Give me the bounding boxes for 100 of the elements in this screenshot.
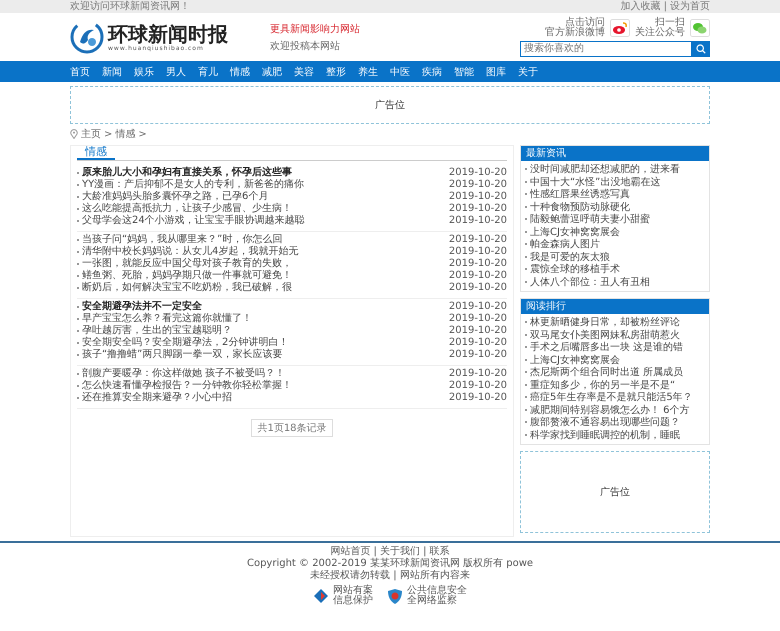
wechat-caption: 扫一扫 bbox=[655, 18, 685, 28]
top-link[interactable]: 设为首页 bbox=[670, 1, 710, 12]
article-link[interactable]: 剖腹产要暖孕：你这样做她 孩子不被受吗？！ bbox=[82, 368, 449, 380]
sidebar-link[interactable]: 双马尾女仆美图网妹私房甜萌惹火 bbox=[530, 328, 680, 342]
nav-item[interactable]: 美容 bbox=[294, 64, 314, 78]
article-date: 2019-10-20 bbox=[448, 349, 507, 361]
search-button[interactable] bbox=[692, 40, 710, 56]
sidebar-link[interactable]: 减肥期间特别容易饿怎么办！ 6个方 bbox=[530, 402, 690, 417]
search-icon bbox=[696, 44, 706, 54]
article-link[interactable]: 安全期安全吗？安全期避孕法，2分钟讲明白！ bbox=[82, 337, 449, 349]
article-date: 2019-10-20 bbox=[448, 282, 507, 294]
sidebar-link[interactable]: 中国十大“水怪”出没地霸在这 bbox=[530, 174, 660, 189]
article-link[interactable]: 安全期避孕法并不一定安全 bbox=[82, 301, 449, 313]
article-link[interactable]: 父母学会这24个小游戏，让宝宝手眼协调越来越聪 bbox=[82, 215, 449, 227]
weibo-caption: 官方新浪微博 bbox=[545, 28, 605, 38]
nav-item[interactable]: 图库 bbox=[486, 64, 506, 78]
nav-item[interactable]: 情感 bbox=[230, 64, 250, 78]
article-date: 2019-10-20 bbox=[448, 258, 507, 270]
article-date: 2019-10-20 bbox=[448, 270, 507, 282]
slogan: 更具新闻影响力网站 bbox=[270, 22, 361, 36]
sidebar-link[interactable]: 十种食物预防动脉硬化 bbox=[530, 200, 630, 214]
article-date: 2019-10-20 bbox=[448, 203, 507, 215]
pagination-info: 共1页18条记录 bbox=[251, 419, 333, 437]
article-link[interactable]: 当孩子问“妈妈，我从哪里来？”时，你怎么回 bbox=[82, 234, 449, 246]
article-link[interactable]: 清华附中校长妈妈说：从女儿4岁起，我就开始无 bbox=[82, 246, 449, 258]
article-date: 2019-10-20 bbox=[448, 392, 507, 404]
nav-item[interactable]: 娱乐 bbox=[134, 64, 154, 78]
badge-caption: 信息保护 bbox=[333, 596, 373, 606]
weibo-caption: 点击访问 bbox=[565, 18, 605, 28]
article-link[interactable]: 还在推算安全期来避孕？小心中招 bbox=[82, 392, 449, 404]
wechat-caption: 关注公众号 bbox=[635, 28, 685, 38]
article-date: 2019-10-20 bbox=[448, 337, 507, 349]
article-link[interactable]: 孩子“撸撸蜡”两只脚踢一拳一双，家长应该要 bbox=[82, 349, 449, 361]
article-date: 2019-10-20 bbox=[448, 313, 507, 325]
article-link[interactable]: 这么吃能提高抵抗力，让孩子少感冒、少生病！ bbox=[82, 203, 449, 215]
sidebar-link[interactable]: 帕金森病人图片 bbox=[530, 237, 600, 252]
nav-item[interactable]: 养生 bbox=[358, 64, 378, 78]
location-icon bbox=[70, 129, 78, 139]
weibo-icon[interactable] bbox=[610, 18, 630, 36]
sidebar-link[interactable]: 杰尼斯两个组合同时出道 所属成员 bbox=[530, 365, 684, 380]
nav-item[interactable]: 整形 bbox=[326, 64, 346, 78]
sidebar-link[interactable]: 没时间减肥却还想减肥的，进来看 bbox=[530, 162, 680, 176]
sidebar-heading: 阅读排行 bbox=[521, 299, 709, 314]
sidebar-link[interactable]: 科学家找到睡眠调控的机制，睡眠 bbox=[530, 428, 680, 442]
article-link[interactable]: 怎么快速看懂孕检报告？一分钟教你轻松掌握！ bbox=[82, 380, 449, 392]
breadcrumb-separator: > bbox=[138, 128, 147, 140]
link-separator: | bbox=[664, 1, 667, 12]
article-link[interactable]: 断奶后，如何解决宝宝不吃奶粉，我已破解，很 bbox=[82, 282, 449, 294]
article-link[interactable]: YY漫画：产后抑郁不是女人的专利，新爸爸的痛你 bbox=[82, 179, 449, 191]
article-date: 2019-10-20 bbox=[448, 215, 507, 227]
sidebar-link[interactable]: 腹部赘液不通容易出现哪些问题？ bbox=[530, 415, 680, 430]
sidebar-link[interactable]: 手术之后嘴唇多出一块 这是谁的错 bbox=[530, 340, 684, 354]
welcome-text: 欢迎访问环球新闻资讯网！ bbox=[70, 0, 190, 13]
slogan-subtitle: 欢迎投稿本网站 bbox=[270, 40, 341, 52]
sidebar-heading: 最新资讯 bbox=[521, 146, 709, 161]
nav-item[interactable]: 智能 bbox=[454, 64, 474, 78]
article-link[interactable]: 孕吐越厉害，生出的宝宝越聪明？ bbox=[82, 325, 449, 337]
top-link[interactable]: 加入收藏 bbox=[620, 1, 661, 12]
nav-item[interactable]: 关于 bbox=[518, 64, 538, 78]
article-date: 2019-10-20 bbox=[448, 301, 507, 313]
article-link[interactable]: 鳝鱼粥、死胎，妈妈孕期只做一件事就可避免！ bbox=[82, 270, 449, 282]
article-date: 2019-10-20 bbox=[448, 167, 507, 179]
nav-item[interactable]: 减肥 bbox=[262, 64, 282, 78]
search-field[interactable]: 搜索你喜欢的 bbox=[520, 40, 692, 56]
sidebar-link[interactable]: 癌症5年生存率是不是就只能活5年？ bbox=[530, 390, 693, 404]
sidebar-link[interactable]: 震惊全球的移植手术 bbox=[530, 262, 620, 276]
sidebar-link[interactable]: 我是可爱的灰太狼 bbox=[530, 250, 610, 264]
ad-label: 广告位 bbox=[600, 486, 630, 499]
nav-item[interactable]: 中医 bbox=[390, 64, 410, 78]
nav-item[interactable]: 疾病 bbox=[422, 64, 442, 78]
sidebar-link[interactable]: 陆毅鲍蕾逗呼萌夫妻小甜蜜 bbox=[530, 212, 650, 226]
sidebar-link[interactable]: 重症知多少，你的另一半是不是“ bbox=[530, 378, 676, 392]
sidebar-link[interactable]: 人体八个部位：丑人有丑相 bbox=[530, 274, 650, 289]
article-link[interactable]: 原来胎儿大小和孕妇有直接关系，怀孕后这些事 bbox=[82, 167, 449, 179]
footer-notice: 未经授权请勿转载 | 网站所有内容来 bbox=[310, 570, 470, 582]
copyright-text: Copyright © 2002-2019 某某环球新闻资讯网 版权所有 powe bbox=[246, 558, 534, 570]
section-tab[interactable]: 情感 bbox=[77, 146, 115, 160]
article-date: 2019-10-20 bbox=[448, 179, 507, 191]
sidebar-link[interactable]: 上海CJ女神窝窝展会 bbox=[530, 224, 620, 239]
sidebar-link[interactable]: 性感红唇果丝诱惑写真 bbox=[530, 187, 630, 202]
footer-links: 网站首页 | 关于我们 | 联系 bbox=[330, 546, 450, 558]
nav-item[interactable]: 新闻 bbox=[102, 64, 122, 78]
article-link[interactable]: 早产宝宝怎么养？看完这篇你就懂了！ bbox=[82, 313, 449, 325]
nav-item[interactable]: 男人 bbox=[166, 64, 186, 78]
article-date: 2019-10-20 bbox=[448, 191, 507, 203]
sidebar-link[interactable]: 林更新晒健身日常，却被粉丝评论 bbox=[530, 315, 680, 330]
sidebar-link[interactable]: 上海CJ女神窝窝展会 bbox=[530, 352, 620, 367]
diamond-logo-icon bbox=[313, 588, 329, 604]
article-date: 2019-10-20 bbox=[448, 246, 507, 258]
article-date: 2019-10-20 bbox=[448, 380, 507, 392]
nav-item[interactable]: 育儿 bbox=[198, 64, 218, 78]
breadcrumb-separator: > bbox=[104, 128, 112, 140]
breadcrumb-link[interactable]: 情感 bbox=[115, 127, 136, 141]
shield-icon bbox=[387, 588, 403, 604]
nav-item[interactable]: 首页 bbox=[70, 64, 90, 78]
article-link[interactable]: 大龄准妈妈头胎多囊怀孕之路，已孕6个月 bbox=[82, 191, 449, 203]
article-link[interactable]: 一张图，就能反应中国父母对孩子教育的失败， bbox=[82, 258, 449, 270]
badge-caption: 全网络监察 bbox=[407, 596, 458, 606]
breadcrumb-link[interactable]: 主页 bbox=[81, 127, 101, 141]
ad-label: 广告位 bbox=[375, 98, 405, 112]
